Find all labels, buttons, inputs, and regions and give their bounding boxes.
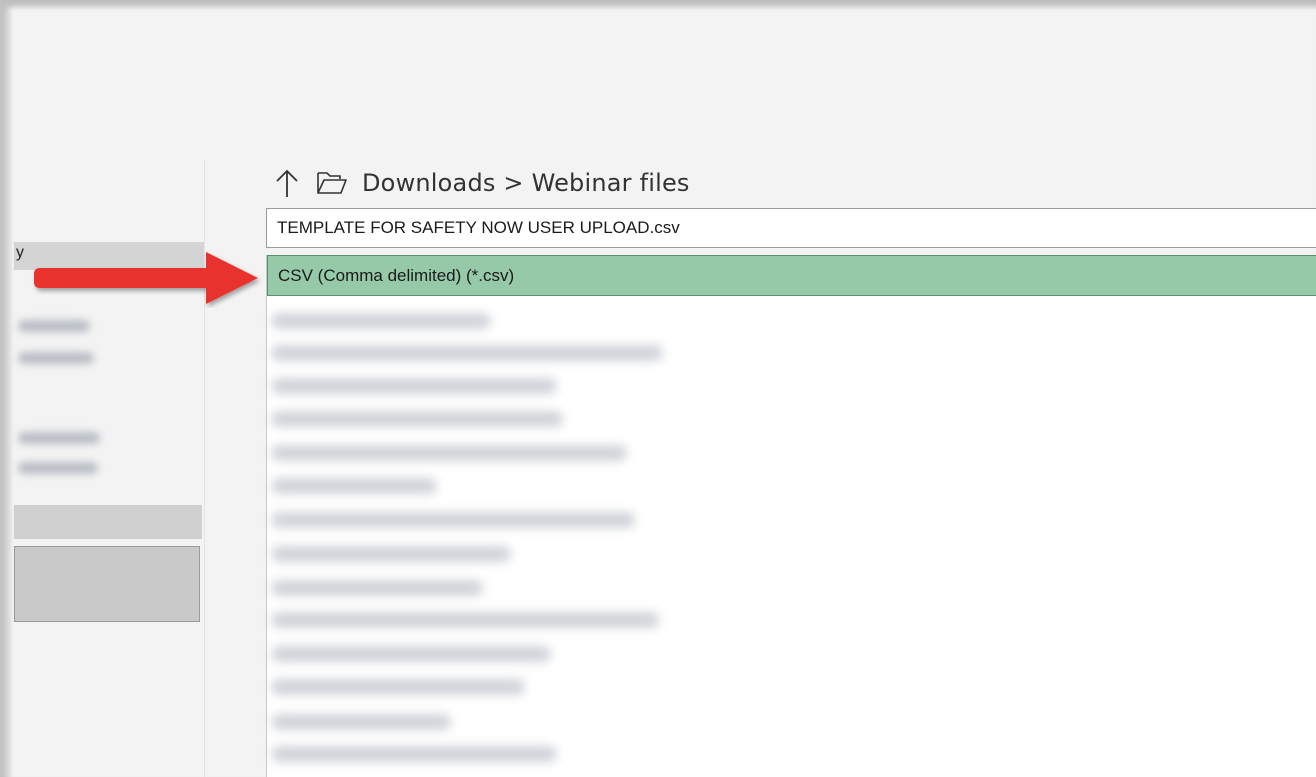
file-name-input[interactable]: TEMPLATE FOR SAFETY NOW USER UPLOAD.csv xyxy=(266,208,1316,248)
file-type-option[interactable] xyxy=(271,512,635,528)
blurred-text xyxy=(18,432,100,444)
file-type-option[interactable] xyxy=(271,378,557,394)
arrow-shape xyxy=(34,252,258,304)
file-type-option[interactable] xyxy=(271,679,525,695)
breadcrumb[interactable]: Downloads > Webinar files xyxy=(362,169,690,197)
file-type-option[interactable] xyxy=(271,445,627,461)
blurred-text xyxy=(18,352,94,364)
file-type-option[interactable] xyxy=(271,313,491,329)
file-type-option[interactable] xyxy=(271,478,437,494)
window-shadow-top xyxy=(0,0,1316,10)
arrow-up-icon[interactable] xyxy=(272,166,302,200)
file-type-option-selected[interactable]: CSV (Comma delimited) (*.csv) xyxy=(267,255,1316,296)
file-type-option[interactable] xyxy=(271,411,563,427)
file-type-list[interactable]: CSV (Comma delimited) (*.csv) xyxy=(266,255,1316,777)
file-type-option[interactable] xyxy=(271,345,663,361)
file-type-option[interactable] xyxy=(271,580,483,596)
file-type-option[interactable] xyxy=(271,546,511,562)
file-type-option[interactable] xyxy=(271,746,557,762)
window-shadow-left xyxy=(0,0,14,777)
folder-open-icon xyxy=(316,170,348,196)
file-type-option[interactable] xyxy=(271,646,551,662)
left-pane-row-label: y xyxy=(16,244,24,261)
blurred-text xyxy=(18,320,90,332)
left-pane-button-bar[interactable] xyxy=(14,505,202,539)
blurred-text xyxy=(18,462,98,474)
left-pane-panel xyxy=(14,546,200,622)
file-type-option[interactable] xyxy=(271,612,659,628)
red-arrow-pointer xyxy=(34,252,258,304)
file-type-option[interactable] xyxy=(271,714,451,730)
location-bar: Downloads > Webinar files xyxy=(272,166,690,200)
